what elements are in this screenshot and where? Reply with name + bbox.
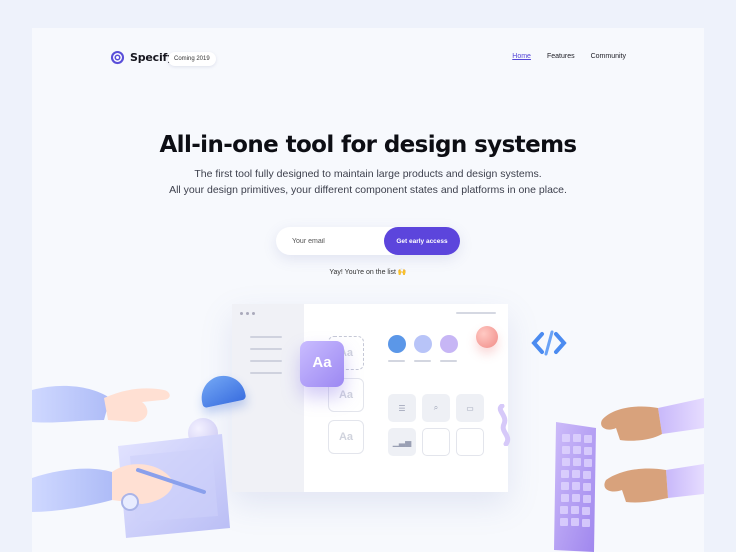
right-hands-keyboard-illustration (554, 398, 704, 552)
toggle-icon: ▭ (466, 403, 474, 413)
color-swatch (388, 335, 406, 353)
component-tile: ▁▃▅ (388, 428, 416, 456)
component-tile: ▭ (456, 394, 484, 422)
hero-title: All-in-one tool for design systems (159, 132, 577, 158)
component-tile: ⌕ (422, 394, 450, 422)
coming-badge: Coming 2019 (168, 52, 216, 66)
color-swatch (414, 335, 432, 353)
hero-illustration: Aa Aa Aa ☰ ⌕ ▭ ▁▃▅ Aa (32, 288, 704, 552)
component-tile: ☰ (388, 394, 416, 422)
typography-placeholder: Aa (328, 420, 364, 454)
email-input[interactable] (276, 227, 384, 255)
sidebar-line (250, 336, 282, 338)
main-nav: Home Features Community (512, 53, 626, 60)
landing-page: Specify Coming 2019 Home Features Commun… (32, 28, 704, 552)
window-dots-icon (240, 312, 255, 315)
mockup-topbar-line (456, 312, 496, 314)
component-tile (422, 428, 450, 456)
search-icon: ⌕ (433, 403, 439, 412)
signup-form: Get early access (276, 227, 460, 255)
component-tile (456, 428, 484, 456)
specify-logo-icon (110, 50, 125, 65)
hero-subtitle-line2: All your design primitives, your differe… (169, 184, 567, 196)
code-brackets-icon (531, 330, 567, 356)
nav-community[interactable]: Community (591, 53, 626, 60)
swatch-label-line (440, 360, 457, 362)
app-mockup: Aa Aa Aa ☰ ⌕ ▭ ▁▃▅ (232, 304, 508, 492)
swatch-label-line (414, 360, 431, 362)
get-early-access-button[interactable]: Get early access (384, 227, 460, 255)
sidebar-line (250, 348, 282, 350)
swatch-label-line (388, 360, 405, 362)
typography-tile: Aa (300, 341, 344, 387)
left-hand-tablet-illustration (32, 385, 230, 538)
sidebar-line (250, 360, 282, 362)
success-message: Yay! You're on the list 🙌 (329, 269, 407, 276)
hero-subtitle-line1: The first tool fully designed to maintai… (194, 168, 542, 180)
nav-features[interactable]: Features (547, 53, 575, 60)
nav-home[interactable]: Home (512, 53, 531, 60)
coral-sphere-icon (476, 326, 498, 348)
brand-logo[interactable]: Specify (110, 50, 174, 65)
signal-icon: ▁▃▅ (392, 437, 412, 447)
list-icon: ☰ (398, 403, 406, 413)
color-swatch (440, 335, 458, 353)
